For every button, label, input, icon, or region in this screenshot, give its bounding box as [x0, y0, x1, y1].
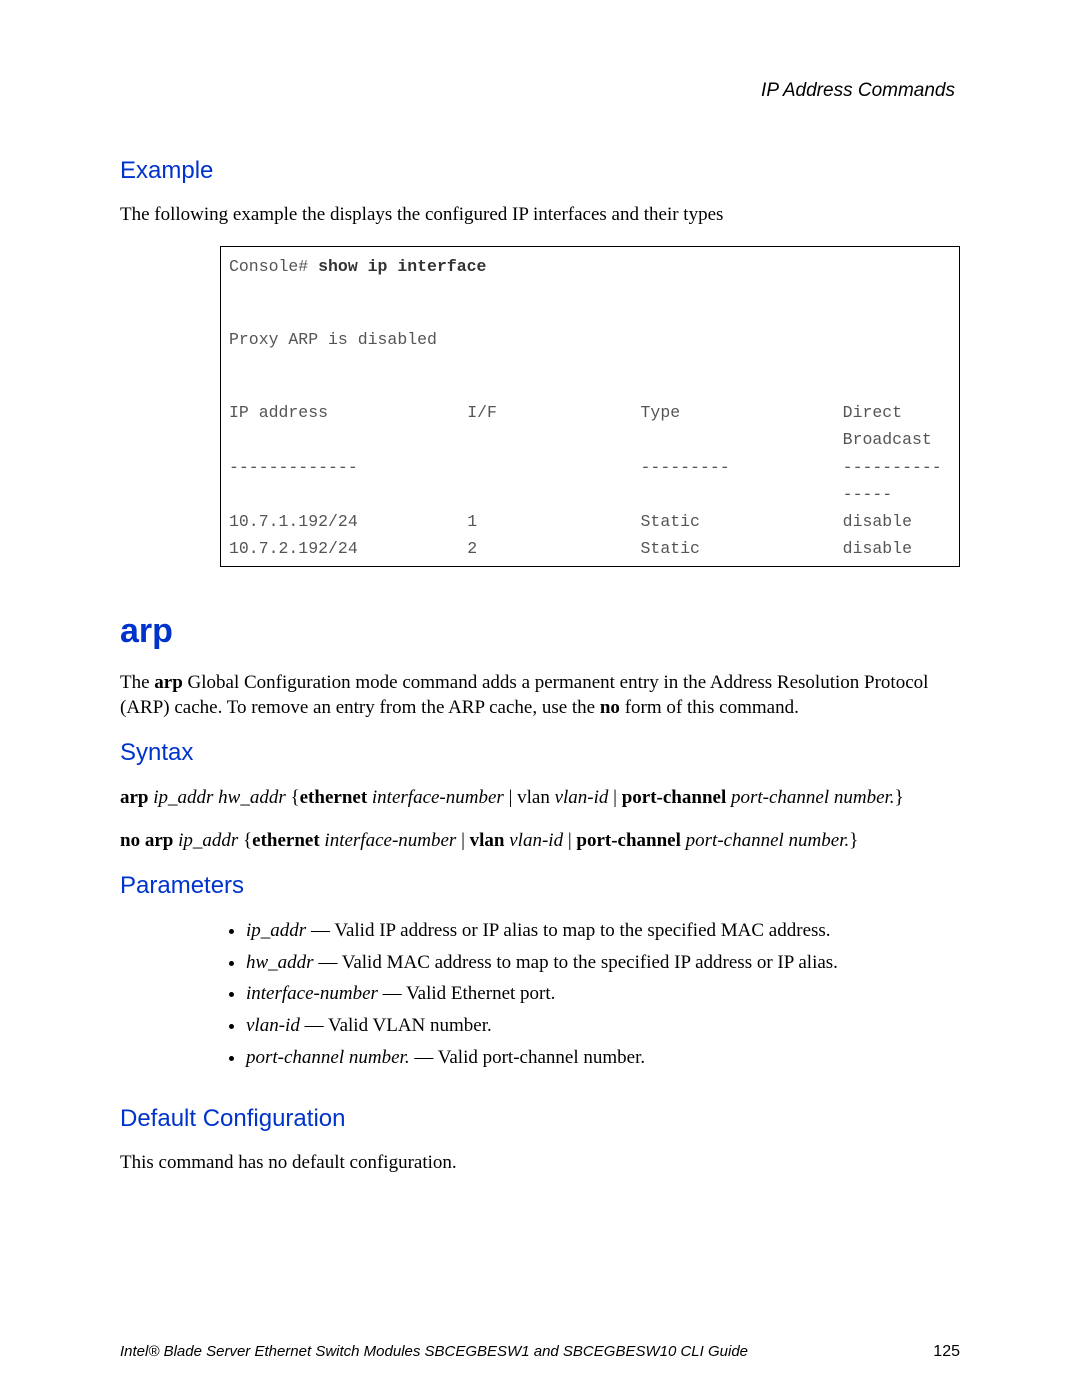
col-broadcast: Direct Broadcast	[843, 399, 951, 453]
list-item: hw_addr — Valid MAC address to map to th…	[246, 950, 960, 976]
page-number: 125	[933, 1343, 960, 1361]
console-table: Proxy ARP is disabled IP address I/F Typ…	[229, 280, 951, 563]
syntax-line-1: arp ip_addr hw_addr {ethernet interface-…	[120, 785, 960, 811]
parameters-block: ip_addr — Valid IP address or IP alias t…	[220, 918, 960, 1070]
console-command-line: Console# show ip interface	[229, 253, 951, 280]
console-output-box: Console# show ip interface Proxy ARP is …	[220, 246, 960, 568]
col-if: I/F	[467, 399, 640, 453]
heading-syntax: Syntax	[120, 739, 960, 767]
default-config-text: This command has no default configuratio…	[120, 1151, 960, 1176]
parameters-list: ip_addr — Valid IP address or IP alias t…	[220, 918, 960, 1070]
console-prompt: Console#	[229, 257, 318, 276]
footer-title: Intel® Blade Server Ethernet Switch Modu…	[120, 1343, 748, 1360]
heading-parameters: Parameters	[120, 872, 960, 900]
console-command: show ip interface	[318, 257, 486, 276]
table-row: 10.7.2.192/24 2 Static disable	[229, 535, 951, 562]
running-header: IP Address Commands	[120, 80, 955, 102]
page-footer: Intel® Blade Server Ethernet Switch Modu…	[120, 1343, 960, 1361]
proxy-arp-line: Proxy ARP is disabled	[229, 326, 951, 353]
table-row: 10.7.1.192/24 1 Static disable	[229, 508, 951, 535]
arp-description: The arp Global Configuration mode comman…	[120, 671, 960, 720]
list-item: ip_addr — Valid IP address or IP alias t…	[246, 918, 960, 944]
heading-arp: arp	[120, 612, 960, 651]
heading-example: Example	[120, 157, 960, 185]
col-type: Type	[641, 399, 843, 453]
page-content: IP Address Commands Example The followin…	[0, 0, 1080, 1254]
col-ip: IP address	[229, 399, 467, 453]
list-item: interface-number — Valid Ethernet port.	[246, 981, 960, 1007]
table-header-row: IP address I/F Type Direct Broadcast	[229, 399, 951, 453]
list-item: port-channel number. — Valid port-channe…	[246, 1045, 960, 1071]
syntax-line-2: no arp ip_addr {ethernet interface-numbe…	[120, 828, 960, 854]
list-item: vlan-id — Valid VLAN number.	[246, 1013, 960, 1039]
heading-default-config: Default Configuration	[120, 1105, 960, 1133]
example-intro: The following example the displays the c…	[120, 203, 960, 228]
table-separator-row: ------------- --------- ---------------	[229, 454, 951, 508]
